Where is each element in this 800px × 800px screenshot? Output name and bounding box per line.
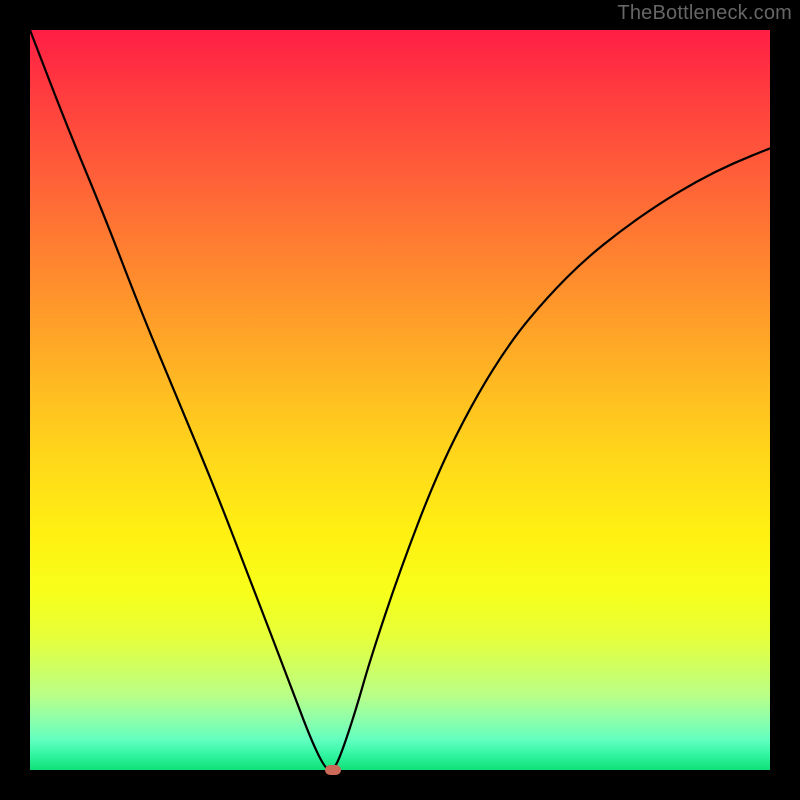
curve-path [30,30,770,770]
bottleneck-curve [30,30,770,770]
optimum-marker [325,765,341,775]
chart-frame: TheBottleneck.com [0,0,800,800]
plot-area [30,30,770,770]
watermark-text: TheBottleneck.com [617,2,792,25]
